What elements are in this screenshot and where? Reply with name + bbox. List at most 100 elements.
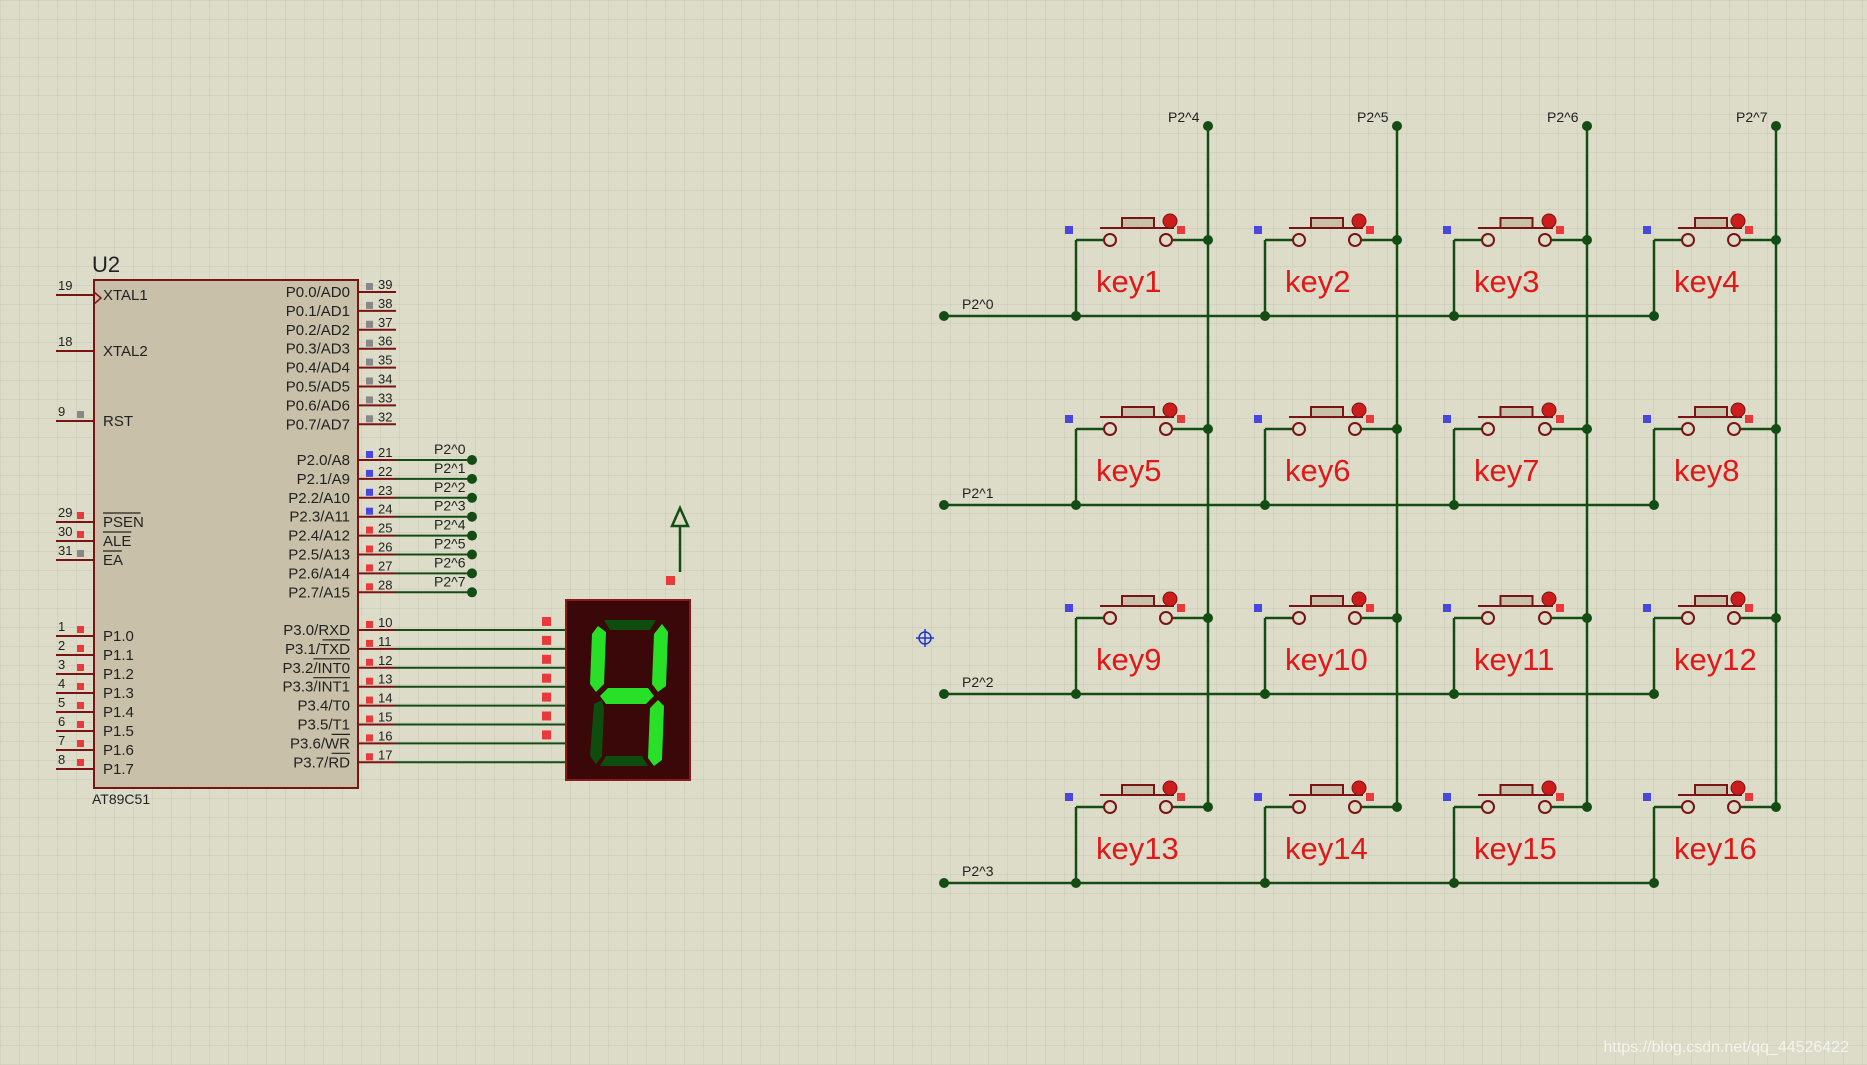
mcu-left-pin-name: P1.7 xyxy=(103,761,134,778)
key-state-indicator xyxy=(1730,213,1746,229)
key-label[interactable]: key15 xyxy=(1474,831,1557,866)
mcu-left-pin-marker xyxy=(77,645,84,652)
key-pin-marker xyxy=(1254,415,1262,423)
display-pin-marker xyxy=(542,654,551,664)
mcu-left-pin-name: P1.5 xyxy=(103,723,134,740)
mcu-left-pin-name: PSEN xyxy=(103,514,144,531)
key-label[interactable]: key13 xyxy=(1096,831,1179,866)
key-label[interactable]: key16 xyxy=(1674,831,1757,866)
mcu-right-pin-number: 23 xyxy=(378,483,392,498)
key-state-indicator xyxy=(1730,780,1746,796)
mcu-right-pin-number: 11 xyxy=(378,634,392,649)
keypad-row-terminal xyxy=(939,311,949,321)
key-label[interactable]: key5 xyxy=(1096,453,1161,488)
key-pin-marker xyxy=(1556,226,1564,234)
mcu-right-pin-marker xyxy=(366,658,373,666)
key-plunger-cap xyxy=(1499,595,1534,607)
key-column-junction xyxy=(1203,802,1213,812)
key-plunger-cap xyxy=(1121,406,1155,418)
mcu-right-pin-marker xyxy=(366,451,373,458)
keypad-column-terminal xyxy=(1771,121,1781,131)
mcu-right-pin-marker xyxy=(366,639,373,647)
mcu-right-pin-marker xyxy=(366,753,373,761)
watermark: https://blog.csdn.net/qq_44526422 xyxy=(1603,1039,1849,1056)
mcu-left-pin-number: 7 xyxy=(58,733,65,748)
keypad-row-terminal xyxy=(939,500,949,510)
keypad-row-net-label: P2^3 xyxy=(962,863,994,879)
key-pin-marker xyxy=(1643,793,1651,801)
key-pin-marker xyxy=(1065,415,1073,423)
key-state-indicator xyxy=(1541,402,1557,418)
key-label[interactable]: key4 xyxy=(1674,264,1739,299)
display-pin-marker xyxy=(542,730,551,740)
mcu-left-pin-marker xyxy=(77,512,84,519)
mcu-right-pin-marker xyxy=(366,526,373,534)
key-pin-marker xyxy=(1254,604,1262,612)
key-pin-marker xyxy=(1745,793,1753,801)
key-label[interactable]: key1 xyxy=(1096,264,1161,299)
key-pin-marker xyxy=(1556,604,1564,612)
mcu-left-pin-number: 2 xyxy=(58,638,65,653)
key-pin-marker xyxy=(1745,415,1753,423)
mcu-right-pin-name: P3.6/WR xyxy=(290,735,350,752)
p2-net-label: P2^3 xyxy=(434,498,466,514)
mcu-right-pin-marker xyxy=(366,621,373,628)
key-state-indicator xyxy=(1162,591,1178,607)
key-label[interactable]: key9 xyxy=(1096,642,1161,677)
key-label[interactable]: key7 xyxy=(1474,453,1539,488)
mcu-right-pin-name: P2.2/A10 xyxy=(288,490,350,507)
key-label[interactable]: key6 xyxy=(1285,453,1350,488)
key-label[interactable]: key12 xyxy=(1674,642,1757,677)
key-pin-marker xyxy=(1643,604,1651,612)
mcu-left-pin-marker xyxy=(77,683,84,690)
mcu-right-pin-marker xyxy=(366,734,373,742)
mcu-left-pin-name: EA xyxy=(103,552,123,569)
key-plunger-cap xyxy=(1694,217,1728,229)
mcu-right-pin-number: 25 xyxy=(378,521,392,536)
mcu-left-pin-marker xyxy=(77,626,84,633)
p2-net-label: P2^1 xyxy=(434,460,466,476)
mcu-left-pin-number: 3 xyxy=(58,657,65,672)
key-pin-marker xyxy=(1065,793,1073,801)
key-label[interactable]: key2 xyxy=(1285,264,1350,299)
key-label[interactable]: key14 xyxy=(1285,831,1368,866)
display-pin-marker xyxy=(542,692,551,702)
mcu-left-pin-number: 8 xyxy=(58,752,65,767)
mcu-left-pin-number: 19 xyxy=(58,278,72,293)
key-label[interactable]: key3 xyxy=(1474,264,1539,299)
mcu-right-pin-marker xyxy=(366,283,373,290)
microcontroller-u2[interactable]: U2 AT89C51 19XTAL118XTAL29RST29PSEN30ALE… xyxy=(56,252,396,807)
key-column-junction xyxy=(1203,235,1213,245)
mcu-left-pin-marker xyxy=(77,721,84,728)
mcu-right-pin-name: P2.3/A11 xyxy=(289,509,350,526)
key-column-junction xyxy=(1392,613,1402,623)
mcu-right-pin-name: P2.0/A8 xyxy=(297,452,350,469)
mcu-right-pin-marker xyxy=(366,396,373,404)
schematic-canvas[interactable]: U2 AT89C51 19XTAL118XTAL29RST29PSEN30ALE… xyxy=(0,0,1867,1065)
mcu-right-pin-marker xyxy=(366,715,373,723)
key-label[interactable]: key11 xyxy=(1474,642,1554,677)
mcu-right-pin-name: P3.7/RD xyxy=(293,754,350,771)
key-label[interactable]: key10 xyxy=(1285,642,1368,677)
mcu-right-pin-number: 15 xyxy=(378,710,392,725)
mcu-right-pin-number: 12 xyxy=(378,653,392,668)
mcu-right-pin-number: 35 xyxy=(378,353,392,368)
mcu-right-pin-marker xyxy=(366,545,373,553)
mcu-right-pin-number: 10 xyxy=(378,615,392,630)
key-pin-marker xyxy=(1443,604,1451,612)
mcu-right-pin-marker xyxy=(366,583,373,591)
key-column-junction xyxy=(1392,802,1402,812)
mcu-right-pin-number: 21 xyxy=(378,445,392,460)
key-label[interactable]: key8 xyxy=(1674,453,1739,488)
mcu-left-pin-number: 4 xyxy=(58,676,65,691)
key-plunger-cap xyxy=(1310,406,1344,418)
p2-stub-terminal xyxy=(467,511,477,522)
key-column-junction xyxy=(1771,424,1781,434)
key-row-junction xyxy=(1449,878,1459,888)
keypad-row-net-label: P2^1 xyxy=(962,485,994,501)
key-pin-marker xyxy=(1643,415,1651,423)
mcu-right-pin-name: P2.4/A12 xyxy=(288,528,350,545)
key-pin-marker xyxy=(1177,226,1185,234)
key-column-junction xyxy=(1203,424,1213,434)
key-pin-marker xyxy=(1366,793,1374,801)
